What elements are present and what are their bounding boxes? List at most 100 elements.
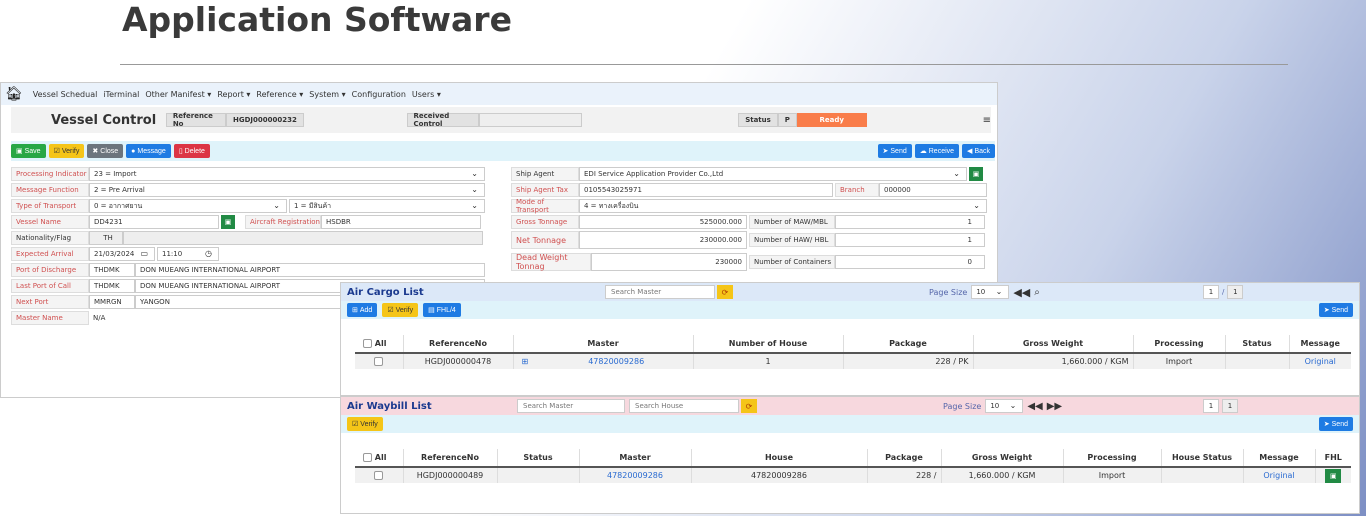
nav-item-other-manifest[interactable]: Other Manifest ▾ xyxy=(145,90,211,99)
page-size-select[interactable]: 10 ⌄ xyxy=(985,399,1024,413)
nav-item-vessel-schedual[interactable]: Vessel Schedual xyxy=(33,90,98,99)
reference-label: Reference No xyxy=(165,112,227,128)
page-input[interactable]: 1 xyxy=(1203,399,1219,413)
nav-item-iterminal[interactable]: iTerminal xyxy=(103,90,139,99)
type-transport-label: Type of Transport xyxy=(11,199,89,213)
net-tonnage-input[interactable]: 230000.000 xyxy=(579,231,747,249)
home-icon[interactable]: 🏠︎ xyxy=(5,86,23,102)
add-button[interactable]: ⊞ Add xyxy=(347,303,378,317)
nav-item-report[interactable]: Report ▾ xyxy=(217,90,250,99)
haw-label: Number of HAW/ HBL xyxy=(749,233,835,247)
arrival-time-input[interactable]: 11:10 ◷ xyxy=(157,247,219,261)
first-page-icon[interactable]: ◀◀ xyxy=(1013,286,1030,299)
back-button[interactable]: ◀ Back xyxy=(962,144,995,158)
expand-icon[interactable]: ⊞ xyxy=(522,357,529,366)
previous-page-icon[interactable]: ◀◀ xyxy=(1027,401,1042,412)
air-waybill-panel: Air Waybill List Search Master Search Ho… xyxy=(340,396,1360,514)
search-master-input[interactable]: Search Master xyxy=(517,399,625,413)
refresh-icon[interactable]: ⟳ xyxy=(717,285,733,299)
close-icon: ✖ xyxy=(92,148,99,155)
gross-tonnage-input[interactable]: 525000.000 xyxy=(579,215,747,229)
menu-icon[interactable]: ≡ xyxy=(983,115,991,126)
save-icon[interactable]: ▣ xyxy=(221,215,235,229)
header-bar: Vessel Control Reference No HGDJ00000023… xyxy=(11,107,991,133)
branch-input[interactable]: 000000 xyxy=(879,183,987,197)
send-icon: ➤ xyxy=(882,148,889,155)
aircraft-reg-input[interactable]: HSDBR xyxy=(321,215,481,229)
row-checkbox[interactable] xyxy=(374,471,384,480)
page-size-select[interactable]: 10 ⌄ xyxy=(971,285,1010,299)
mode-transport-label: Mode of Transport xyxy=(511,198,579,214)
ship-agent-tax-input[interactable]: 0105543025971 xyxy=(579,183,833,197)
receive-button[interactable]: ☁ Receive xyxy=(914,144,960,158)
row-checkbox[interactable] xyxy=(374,357,384,366)
verify-button[interactable]: ☑ Verify xyxy=(382,303,419,317)
search-master-input[interactable]: Search Master xyxy=(605,285,715,299)
send-button[interactable]: ➤ Send xyxy=(877,144,912,158)
message-link[interactable]: Original xyxy=(1243,467,1316,483)
chevron-down-icon: ⌄ xyxy=(273,201,280,210)
nav-item-users[interactable]: Users ▾ xyxy=(412,90,441,99)
nationality-label: Nationality/Flag xyxy=(11,231,89,245)
fhl-button[interactable]: ▤ FHL/4 xyxy=(423,303,461,317)
master-link[interactable]: 47820009286 xyxy=(588,357,644,366)
fhl-file-icon[interactable]: ▣ xyxy=(1325,468,1342,483)
master-link[interactable]: 47820009286 xyxy=(579,467,692,483)
cargo-flag-select[interactable]: 1 = มีสินค้า ⌄ xyxy=(289,199,485,213)
save-button[interactable]: ▣ Save xyxy=(11,144,46,158)
haw-value: 1 xyxy=(835,233,985,247)
close-button[interactable]: ✖ Close xyxy=(87,144,124,158)
slide-title: Application Software xyxy=(122,0,512,39)
select-all-checkbox[interactable] xyxy=(363,339,372,348)
air-waybill-header: Air Waybill List Search Master Search Ho… xyxy=(341,397,1359,415)
next-port-code[interactable]: MMRGN xyxy=(89,295,135,309)
message-function-select[interactable]: 2 = Pre Arrival ⌄ xyxy=(89,183,485,197)
send-button[interactable]: ➤ Send xyxy=(1318,303,1353,317)
message-link[interactable]: Original xyxy=(1289,353,1351,369)
ship-agent-select[interactable]: EDI Service Application Provider Co.,Ltd… xyxy=(579,167,967,181)
page-input[interactable]: 1 xyxy=(1203,285,1219,299)
next-page-icon[interactable]: ▶▶ xyxy=(1047,401,1062,412)
message-button[interactable]: ● Message xyxy=(126,144,171,158)
verify-button[interactable]: ☑ Verify xyxy=(48,144,85,158)
save-icon[interactable]: ▣ xyxy=(969,167,983,181)
page-size-label: Page Size xyxy=(929,287,968,297)
dead-weight-input[interactable]: 230000 xyxy=(591,253,747,271)
type-transport-select[interactable]: 0 = อากาศยาน ⌄ xyxy=(89,199,287,213)
chevron-down-icon: ⌄ xyxy=(471,201,478,210)
last-port-label: Last Port of Call xyxy=(11,279,89,293)
page-title: Vessel Control xyxy=(51,112,157,128)
vessel-name-input[interactable]: DD4231 xyxy=(89,215,219,229)
chevron-down-icon: ⌄ xyxy=(995,287,1003,296)
last-port-code[interactable]: THDMK xyxy=(89,279,135,293)
port-discharge-name: DON MUEANG INTERNATIONAL AIRPORT xyxy=(135,263,485,277)
mode-transport-select[interactable]: 4 = ทางเครื่องบิน ⌄ xyxy=(579,199,987,213)
nav-item-configuration[interactable]: Configuration xyxy=(352,90,406,99)
file-icon: ▤ xyxy=(428,307,435,314)
net-tonnage-label: Net Tonnage xyxy=(511,231,579,249)
refresh-icon[interactable]: ⟳ xyxy=(741,399,757,413)
chevron-down-icon: ⌄ xyxy=(1009,401,1017,410)
check-icon: ☑ xyxy=(53,148,60,155)
message-icon: ● xyxy=(131,147,136,155)
delete-button[interactable]: ▯ Delete xyxy=(173,144,210,158)
nav-item-reference[interactable]: Reference ▾ xyxy=(256,90,303,99)
air-waybill-table: All ReferenceNo Status Master House Pack… xyxy=(355,449,1351,483)
search-house-input[interactable]: Search House xyxy=(629,399,739,413)
nav-item-system[interactable]: System ▾ xyxy=(309,90,345,99)
send-icon: ➤ xyxy=(1323,421,1330,428)
search-icon[interactable]: ⌕ xyxy=(1034,287,1040,298)
send-button[interactable]: ➤ Send xyxy=(1318,417,1353,431)
arrival-date-input[interactable]: 21/03/2024 ▭ xyxy=(89,247,155,261)
vessel-name-label: Vessel Name xyxy=(11,215,89,229)
processing-indicator-label: Processing Indicator xyxy=(11,167,89,181)
processing-indicator-select[interactable]: 23 = Import ⌄ xyxy=(89,167,485,181)
select-all-checkbox[interactable] xyxy=(363,453,372,462)
chevron-down-icon: ⌄ xyxy=(471,185,478,194)
status-badge: Ready xyxy=(796,113,867,127)
table-row[interactable]: HGDJ000000478 ⊞ 47820009286 1 228 / PK 1,… xyxy=(355,353,1351,369)
table-row[interactable]: HGDJ000000489 47820009286 47820009286 22… xyxy=(355,467,1351,483)
verify-button[interactable]: ☑ Verify xyxy=(347,417,383,431)
port-discharge-code[interactable]: THDMK xyxy=(89,263,135,277)
top-nav: 🏠︎ Vessel Schedual iTerminal Other Manif… xyxy=(1,83,997,105)
